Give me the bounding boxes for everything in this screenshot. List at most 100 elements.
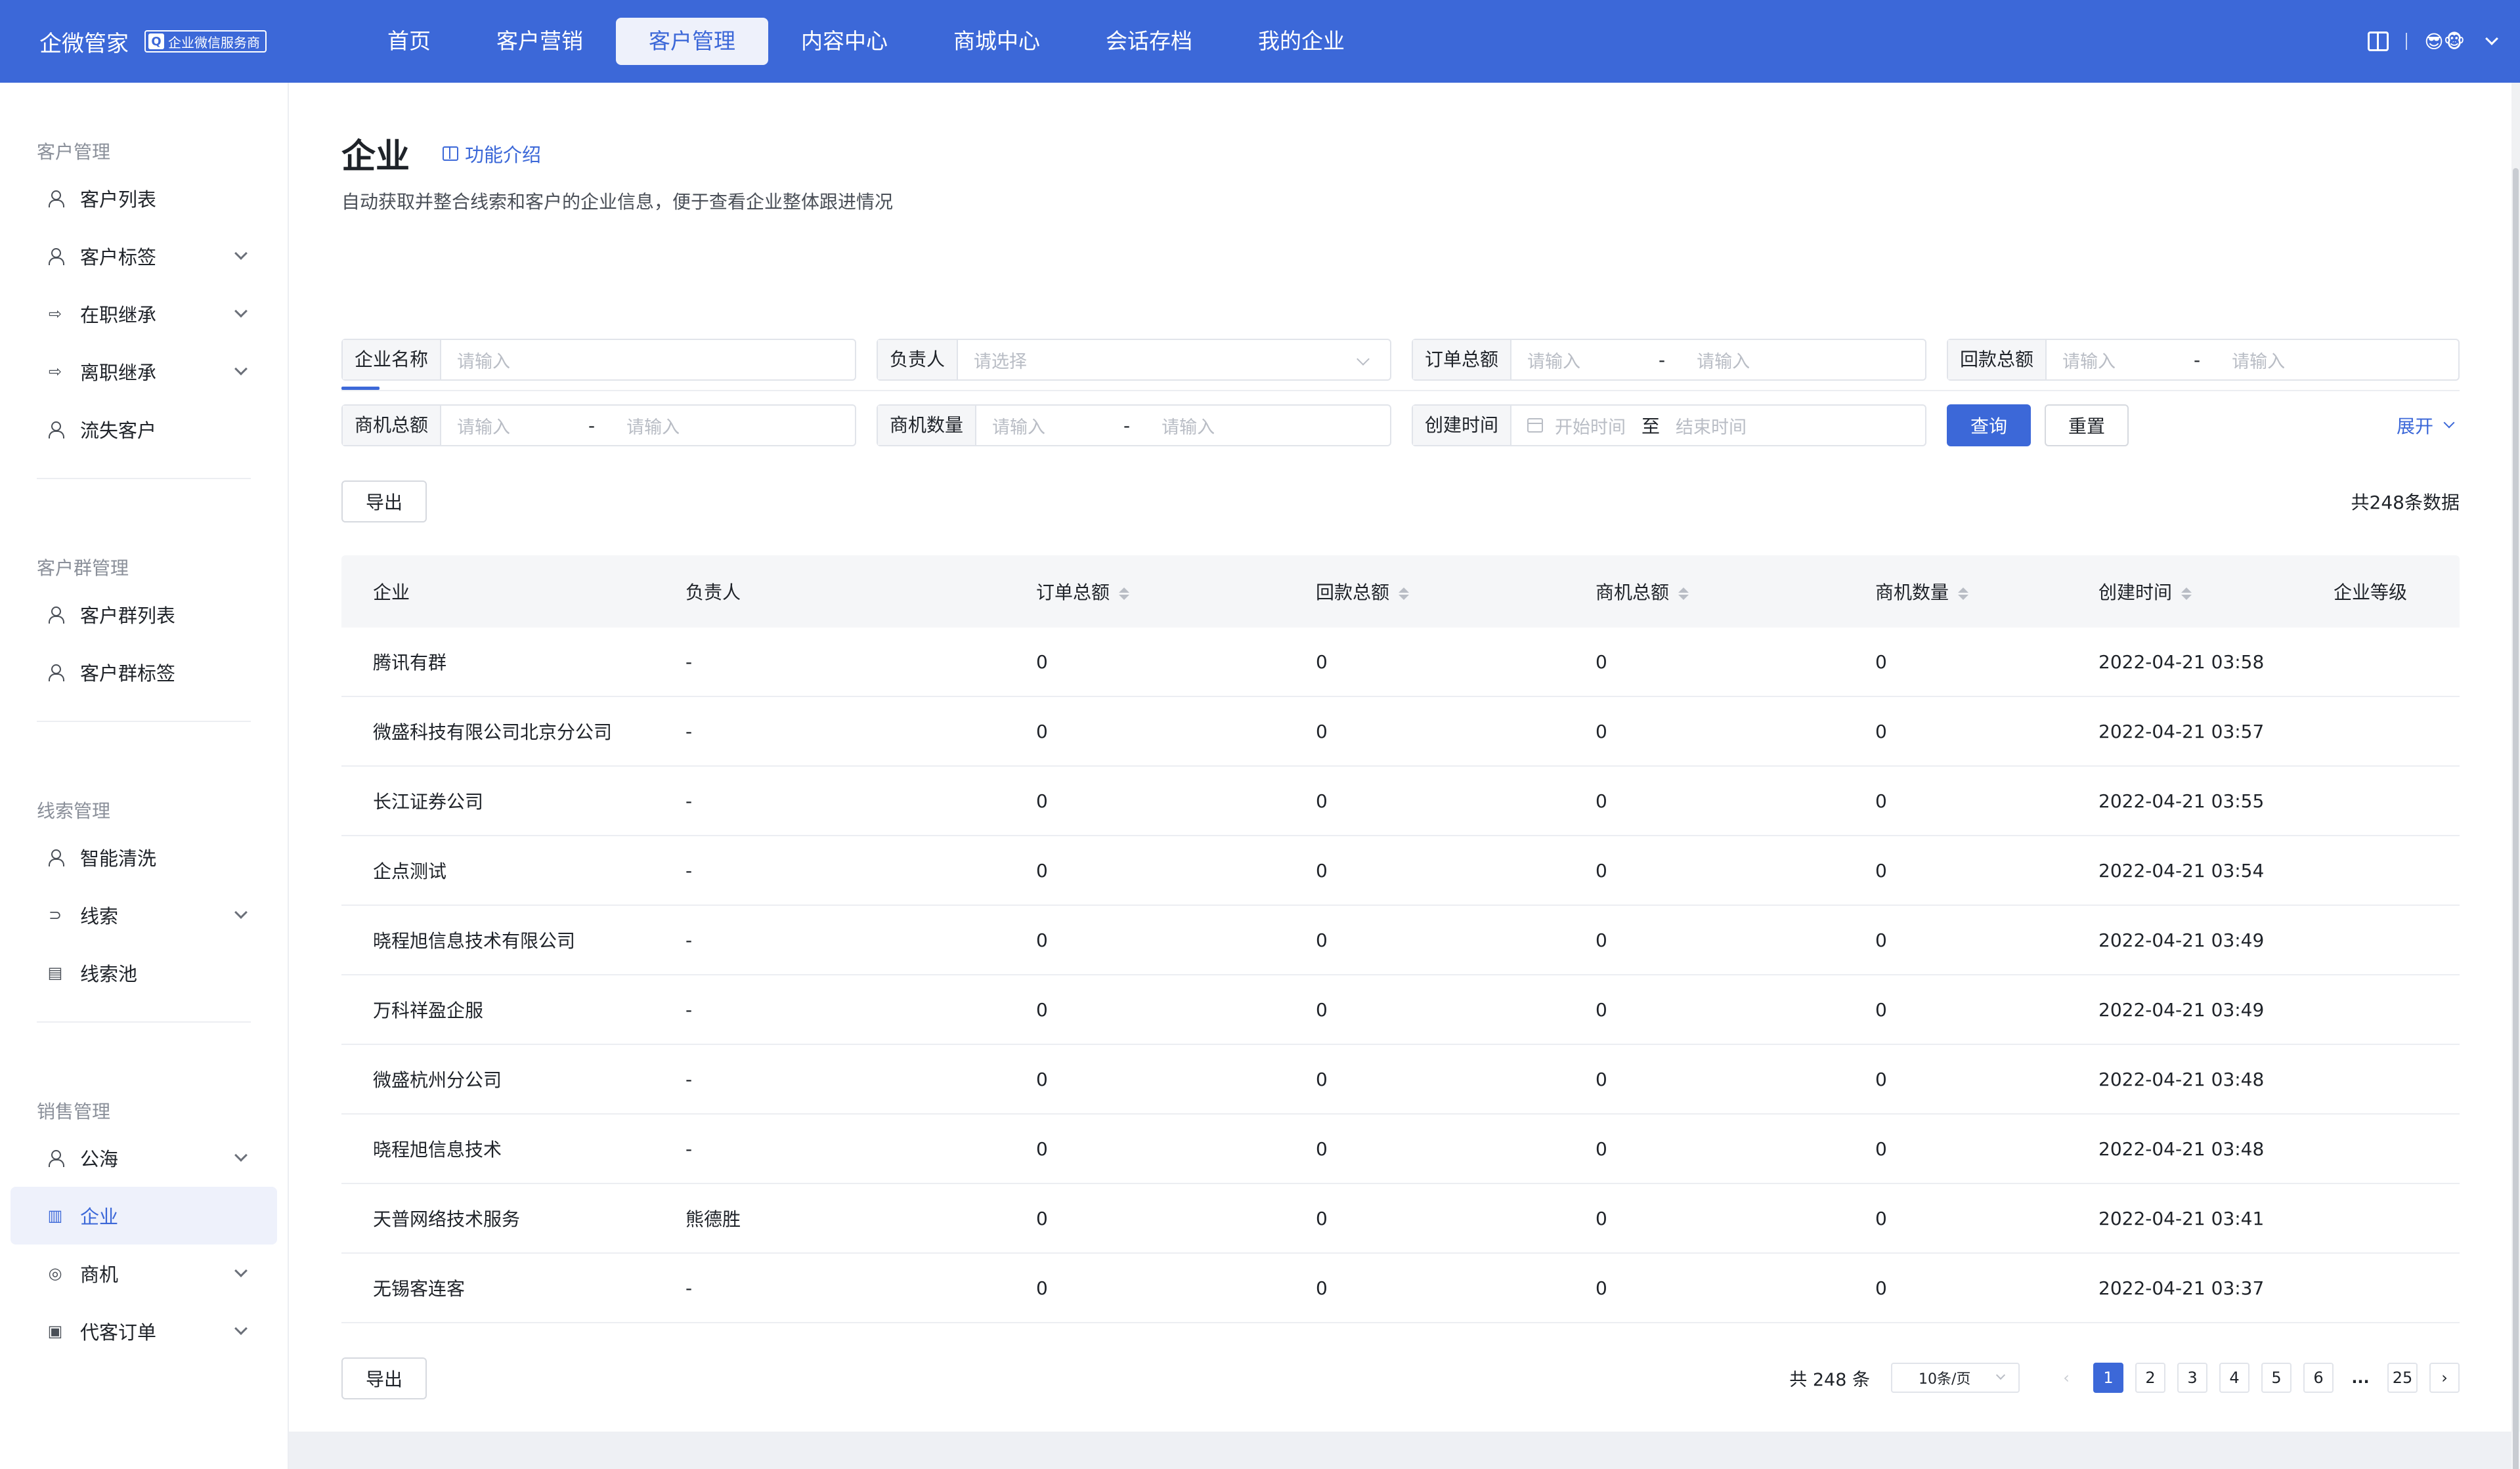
table-cell: 2022-04-21 03:49: [2098, 929, 2265, 951]
sort-icon: [1958, 587, 1969, 600]
payment-total-min-input[interactable]: 请输入: [2047, 347, 2178, 373]
table-cell: 长江证券公司: [373, 791, 484, 813]
table-row[interactable]: 天普网络技术服务 熊德胜 0 0 0 0 2022-04-21 03:41: [341, 1184, 2460, 1254]
footer: [289, 1432, 2511, 1469]
nav-mall-center[interactable]: 商城中心: [921, 18, 1073, 65]
chevron-down-icon: [234, 1149, 248, 1162]
table-cell: -: [685, 790, 693, 812]
expand-filters-link[interactable]: 展开: [2397, 412, 2455, 438]
export-button[interactable]: 导出: [341, 480, 427, 522]
page-number-button[interactable]: 3: [2177, 1363, 2207, 1393]
page-number-button[interactable]: 6: [2303, 1363, 2334, 1393]
brand[interactable]: 企微管家 Q 企业微信服务商: [39, 26, 315, 58]
page-number-button[interactable]: 4: [2219, 1363, 2249, 1393]
sidebar-item-leads[interactable]: ⊃ 线索: [11, 886, 277, 944]
prev-page-button[interactable]: ‹: [2051, 1363, 2081, 1393]
sidebar-item-public-sea[interactable]: 公海: [11, 1129, 277, 1187]
page-number-button[interactable]: 1: [2093, 1363, 2123, 1393]
opportunity-count-min-input[interactable]: 请输入: [976, 413, 1108, 438]
reset-button[interactable]: 重置: [2045, 404, 2129, 446]
feature-intro-link[interactable]: 功能介绍: [443, 140, 541, 167]
table-row[interactable]: 晓程旭信息技术 - 0 0 0 0 2022-04-21 03:48: [341, 1115, 2460, 1184]
table-cell: 0: [1316, 859, 1328, 882]
chevron-down-icon[interactable]: [2485, 32, 2498, 45]
order-total-min-input[interactable]: 请输入: [1511, 347, 1643, 373]
sidebar-item-proxy-orders[interactable]: ▣ 代客订单: [11, 1302, 277, 1360]
table-cell: 0: [1875, 1207, 1887, 1229]
avatar[interactable]: 😎🐵: [2424, 31, 2465, 53]
table-row[interactable]: 无锡客连客 - 0 0 0 0 2022-04-21 03:37: [341, 1254, 2460, 1323]
page-size-value: 10条/页: [1919, 1371, 1971, 1388]
page-number-button[interactable]: 5: [2261, 1363, 2292, 1393]
sidebar-item-smart-cleaning[interactable]: 智能清洗: [11, 828, 277, 886]
owner-select[interactable]: 负责人 请选择: [877, 339, 1391, 381]
sidebar-item-lost-customers[interactable]: 流失客户: [11, 400, 277, 458]
table-row[interactable]: 腾讯有群 - 0 0 0 0 2022-04-21 03:58: [341, 628, 2460, 697]
table-cell: 2022-04-21 03:55: [2098, 790, 2265, 812]
opportunity-total-filter[interactable]: 商机总额 请输入 - 请输入: [341, 404, 856, 446]
export-button-bottom[interactable]: 导出: [341, 1357, 427, 1399]
sidebar-item-lead-pool[interactable]: ▤ 线索池: [11, 944, 277, 1002]
page-ellipsis[interactable]: ...: [2345, 1363, 2376, 1393]
sidebar-section-title: 销售管理: [37, 1101, 111, 1122]
table-row[interactable]: 长江证券公司 - 0 0 0 0 2022-04-21 03:55: [341, 767, 2460, 836]
opportunity-total-min-input[interactable]: 请输入: [441, 413, 573, 438]
opportunity-count-filter[interactable]: 商机数量 请输入 - 请输入: [877, 404, 1391, 446]
nav-content-center[interactable]: 内容中心: [768, 18, 921, 65]
payment-total-filter[interactable]: 回款总额 请输入 - 请输入: [1947, 339, 2460, 381]
sidebar-item-customer-tags[interactable]: 客户标签: [11, 227, 277, 285]
brand-name: 企微管家: [39, 30, 129, 57]
order-total-filter[interactable]: 订单总额 请输入 - 请输入: [1412, 339, 1926, 381]
table-row[interactable]: 企点测试 - 0 0 0 0 2022-04-21 03:54: [341, 836, 2460, 906]
next-page-button[interactable]: ›: [2429, 1363, 2460, 1393]
column-header-created-time[interactable]: 创建时间: [2067, 578, 2302, 605]
page-number-button[interactable]: 2: [2135, 1363, 2165, 1393]
column-header-order-total[interactable]: 订单总额: [1005, 578, 1284, 605]
table-row[interactable]: 微盛杭州分公司 - 0 0 0 0 2022-04-21 03:48: [341, 1045, 2460, 1115]
scrollbar-thumb[interactable]: [2513, 168, 2519, 1469]
opportunity-count-max-input[interactable]: 请输入: [1146, 413, 1215, 438]
start-date-input[interactable]: 开始时间: [1543, 413, 1626, 438]
company-table: 企业 负责人 订单总额 回款总额 商机总额 商机数量 创建时间 企业等级 腾讯有…: [341, 555, 2460, 1323]
filter-label: 企业名称: [343, 340, 442, 379]
opportunity-total-max-input[interactable]: 请输入: [611, 413, 680, 438]
column-header-opportunity-count[interactable]: 商机数量: [1844, 578, 2067, 605]
company-name-filter[interactable]: 企业名称 请输入: [341, 339, 856, 381]
sidebar-item-opportunity[interactable]: ◎ 商机: [11, 1245, 277, 1302]
sidebar-item-group-tags[interactable]: 客户群标签: [11, 643, 277, 701]
table-cell: 0: [1596, 1138, 1607, 1160]
nav-chat-archive[interactable]: 会话存档: [1073, 18, 1225, 65]
sidebar-item-onjob-transfer[interactable]: ⇨ 在职继承: [11, 285, 277, 343]
order-total-max-input[interactable]: 请输入: [1681, 347, 1750, 373]
sidebar-item-company[interactable]: ▥ 企业: [11, 1187, 277, 1245]
nav-customer-marketing[interactable]: 客户营销: [464, 18, 616, 65]
sidebar-group-leads: 线索管理 智能清洗 ⊃ 线索 ▤ 线索池: [0, 742, 288, 1002]
created-time-filter[interactable]: 创建时间 开始时间 至 结束时间: [1412, 404, 1926, 446]
help-book-icon[interactable]: [2368, 32, 2389, 51]
chevron-down-icon: [1995, 1370, 2006, 1380]
sidebar-item-resigned-transfer[interactable]: ⇨ 离职继承: [11, 343, 277, 400]
nav-my-company[interactable]: 我的企业: [1225, 18, 1378, 65]
end-date-input[interactable]: 结束时间: [1676, 413, 1747, 438]
payment-total-max-input[interactable]: 请输入: [2216, 347, 2285, 373]
nav-customer-management[interactable]: 客户管理: [616, 18, 768, 65]
table-cell: 0: [1036, 1277, 1048, 1299]
nav-home[interactable]: 首页: [355, 18, 464, 65]
chevron-down-icon: [234, 1322, 248, 1335]
sidebar-item-group-list[interactable]: 客户群列表: [11, 585, 277, 643]
table-row[interactable]: 晓程旭信息技术有限公司 - 0 0 0 0 2022-04-21 03:49: [341, 906, 2460, 975]
column-header-payment-total[interactable]: 回款总额: [1284, 578, 1564, 605]
sort-icon: [1119, 587, 1130, 600]
table-cell: 0: [1875, 859, 1887, 882]
table-row[interactable]: 万科祥盈企服 - 0 0 0 0 2022-04-21 03:49: [341, 975, 2460, 1045]
table-row[interactable]: 微盛科技有限公司北京分公司 - 0 0 0 0 2022-04-21 03:57: [341, 697, 2460, 767]
company-name-input[interactable]: 请输入: [441, 347, 510, 373]
page-size-select[interactable]: 10条/页: [1891, 1363, 2020, 1393]
filter-label: 商机数量: [878, 406, 977, 445]
page-number-button[interactable]: 25: [2387, 1363, 2418, 1393]
query-button[interactable]: 查询: [1947, 404, 2031, 446]
sidebar-item-label: 客户群标签: [80, 662, 176, 685]
column-header-opportunity-total[interactable]: 商机总额: [1564, 578, 1844, 605]
scrollbar[interactable]: [2511, 83, 2520, 1469]
sidebar-item-customer-list[interactable]: 客户列表: [11, 169, 277, 227]
